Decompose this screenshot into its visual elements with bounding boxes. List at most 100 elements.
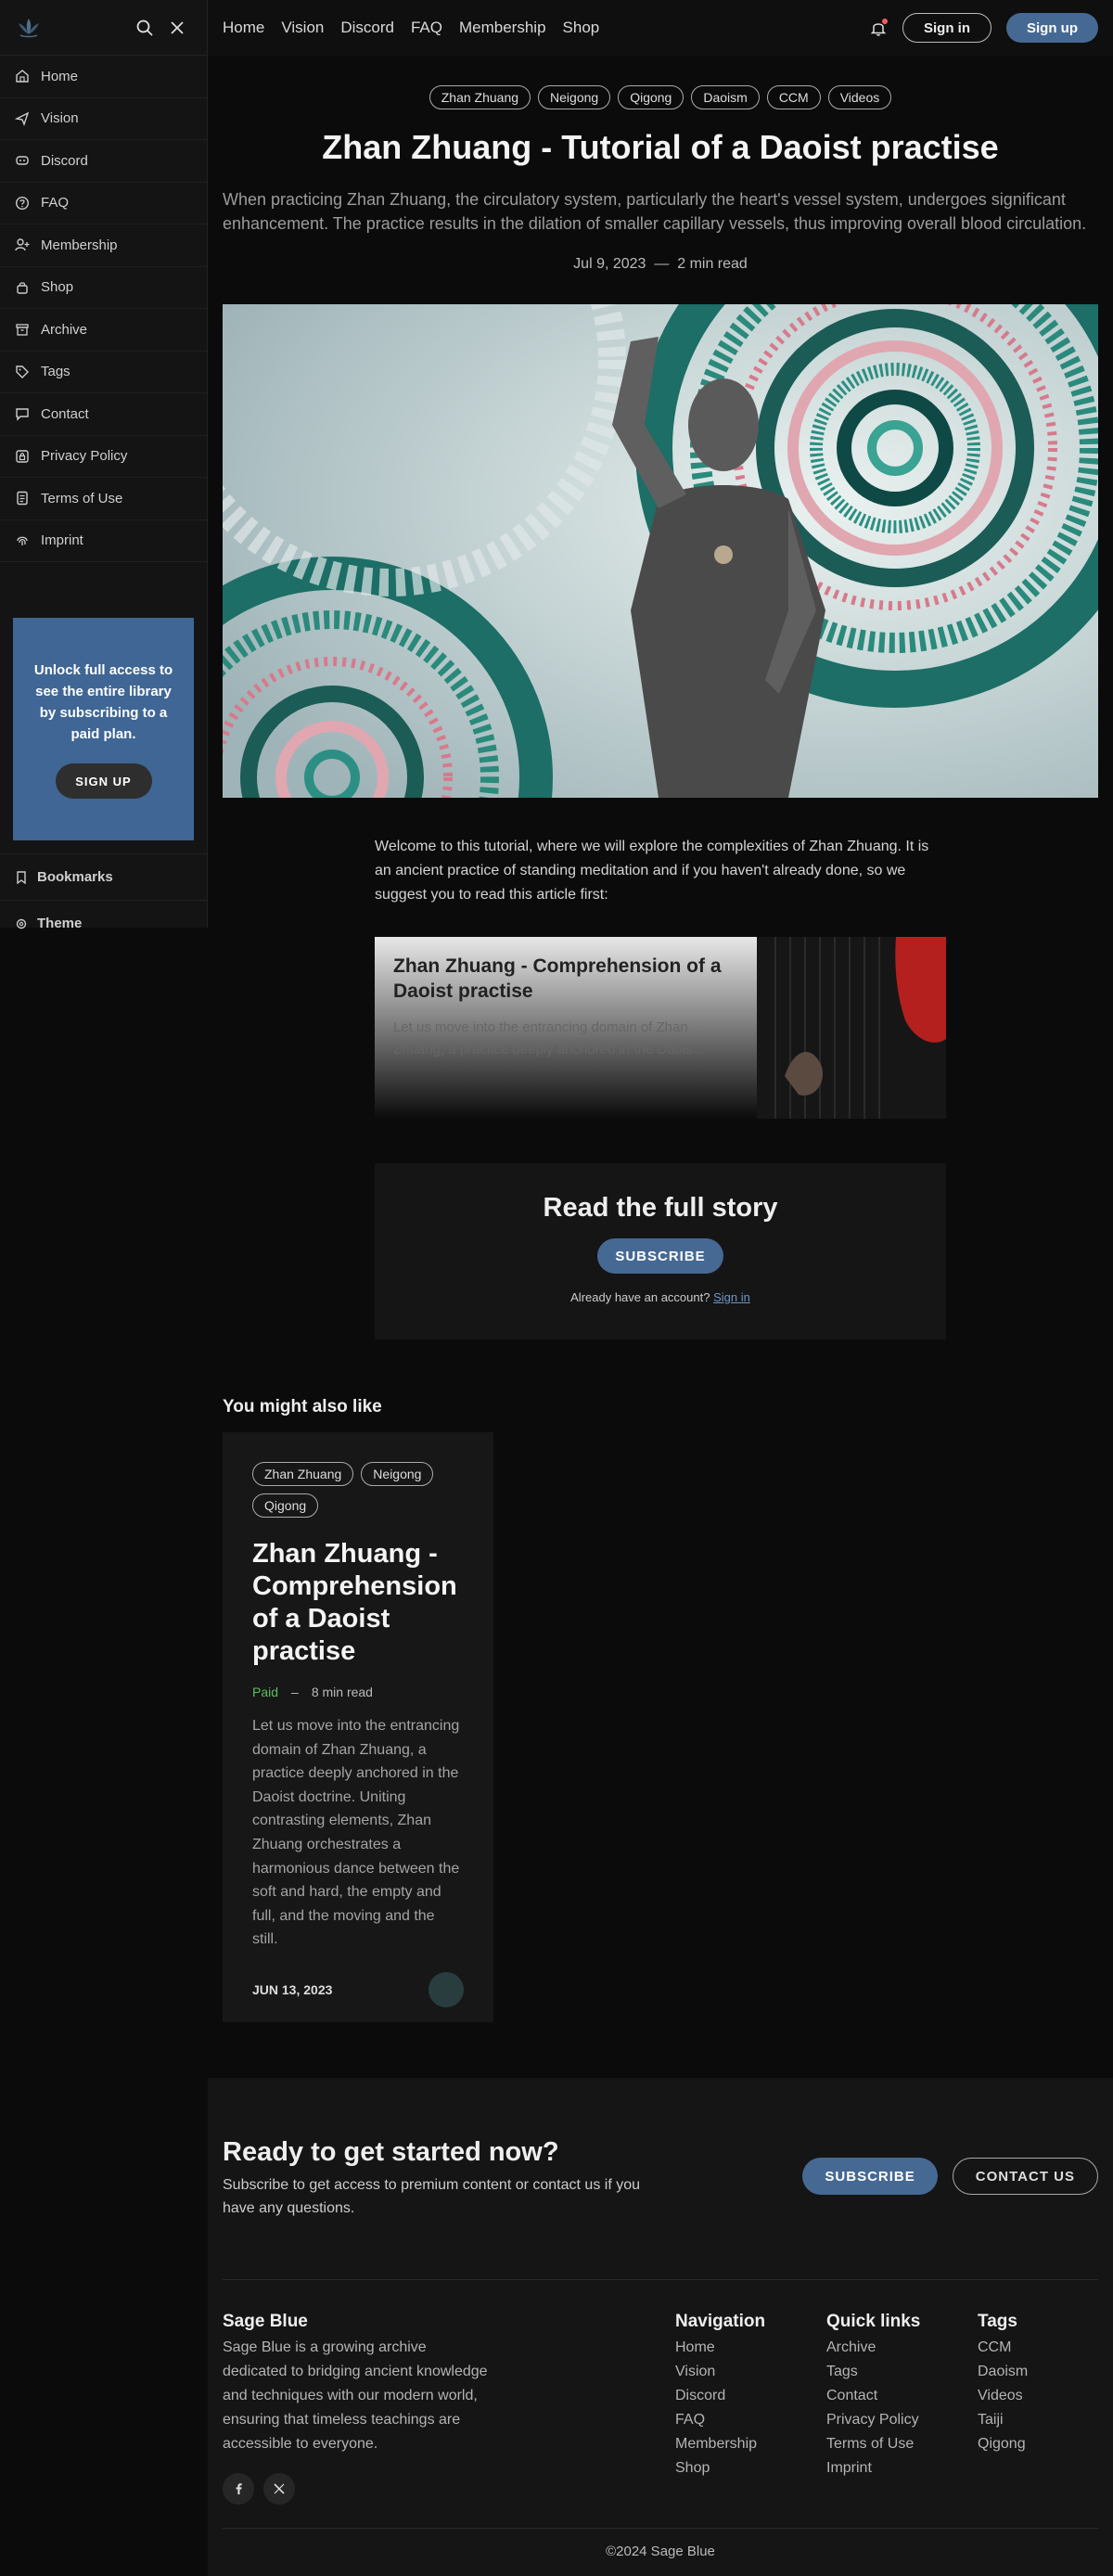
- header-nav-shop[interactable]: Shop: [563, 19, 600, 37]
- footer-link-tags[interactable]: Tags: [826, 2360, 978, 2384]
- footer-link-imprint[interactable]: Imprint: [826, 2456, 978, 2480]
- sidebar-item-tags[interactable]: Tags: [0, 352, 207, 393]
- footer-columns: Sage Blue Sage Blue is a growing archive…: [223, 2280, 1098, 2529]
- sidebar-item-label: Membership: [41, 237, 118, 253]
- footer-col-heading: Quick links: [826, 2312, 921, 2331]
- footer-subscribe-button[interactable]: SUBSCRIBE: [802, 2158, 938, 2195]
- header-nav-discord[interactable]: Discord: [340, 19, 394, 37]
- sidebar-item-shop[interactable]: Shop: [0, 267, 207, 309]
- footer-brand-name: Sage Blue: [223, 2312, 308, 2331]
- sidebar-item-label: Terms of Use: [41, 490, 123, 506]
- footer-link-home[interactable]: Home: [675, 2336, 826, 2360]
- footer-link-contact[interactable]: Contact: [826, 2384, 978, 2408]
- paywall-account-line: Already have an account? Sign in: [375, 1290, 946, 1304]
- footer-link-videos[interactable]: Videos: [978, 2384, 1089, 2408]
- footer-link-terms-of-use[interactable]: Terms of Use: [826, 2432, 978, 2456]
- tag-videos[interactable]: Videos: [827, 85, 892, 109]
- sidebar-item-membership[interactable]: Membership: [0, 224, 207, 267]
- card-title[interactable]: Zhan Zhuang - Comprehension of a Daoist …: [252, 1538, 464, 1668]
- tag-qigong[interactable]: Qigong: [618, 85, 684, 109]
- sidebar-signup-button[interactable]: SIGN UP: [55, 763, 152, 799]
- header-nav-faq[interactable]: FAQ: [411, 19, 442, 37]
- unlock-promo: Unlock full access to see the entire lib…: [13, 618, 194, 840]
- chat-icon: [16, 408, 29, 421]
- article-date: Jul 9, 2023: [573, 256, 646, 272]
- sidebar-item-faq[interactable]: FAQ: [0, 183, 207, 224]
- footer-link-shop[interactable]: Shop: [675, 2456, 826, 2480]
- question-icon: [15, 196, 30, 210]
- signin-button[interactable]: Sign in: [902, 13, 991, 43]
- sidebar-item-label: Tags: [41, 364, 70, 380]
- x-twitter-icon[interactable]: [263, 2473, 295, 2505]
- footer-brand: Sage Blue Sage Blue is a growing archive…: [223, 2312, 675, 2528]
- document-icon: [17, 492, 28, 506]
- sidebar-item-label: FAQ: [41, 195, 70, 211]
- lock-box-icon: [16, 450, 29, 463]
- close-icon[interactable]: [170, 20, 185, 35]
- sidebar-nav: Home Vision Discord FAQ Membership Shop …: [0, 56, 207, 562]
- footer-cta-heading: Ready to get started now?: [223, 2137, 559, 2167]
- footer-link-taiji[interactable]: Taiji: [978, 2408, 1089, 2432]
- sidebar-item-terms-of-use[interactable]: Terms of Use: [0, 478, 207, 520]
- tag-icon: [16, 365, 29, 378]
- card-tag-neigong[interactable]: Neigong: [361, 1462, 434, 1486]
- sidebar-item-privacy-policy[interactable]: Privacy Policy: [0, 436, 207, 478]
- bookmarks-link[interactable]: Bookmarks: [0, 853, 207, 900]
- footer-link-daoism[interactable]: Daoism: [978, 2360, 1089, 2384]
- footer-col-quick-links: Quick links Archive Tags Contact Privacy…: [826, 2312, 978, 2528]
- tag-ccm[interactable]: CCM: [766, 85, 821, 109]
- meta-separator: —: [654, 256, 670, 272]
- tag-zhan-zhuang[interactable]: Zhan Zhuang: [429, 85, 531, 109]
- footer-link-vision[interactable]: Vision: [675, 2360, 826, 2384]
- related-post-card[interactable]: Zhan Zhuang Neigong Qigong Zhan Zhuang -…: [223, 1432, 493, 2022]
- footer-link-ccm[interactable]: CCM: [978, 2336, 1089, 2360]
- author-avatar[interactable]: [429, 1971, 464, 2007]
- theme-toggle[interactable]: Theme: [0, 900, 207, 946]
- footer-contact-button[interactable]: CONTACT US: [952, 2158, 1098, 2195]
- footer-link-discord[interactable]: Discord: [675, 2384, 826, 2408]
- sidebar-item-label: Shop: [41, 279, 74, 296]
- sidebar-item-label: Home: [41, 68, 79, 84]
- sidebar-item-contact[interactable]: Contact: [0, 393, 207, 436]
- footer-link-privacy-policy[interactable]: Privacy Policy: [826, 2408, 978, 2432]
- card-tag-qigong[interactable]: Qigong: [252, 1493, 319, 1518]
- footer-link-membership[interactable]: Membership: [675, 2432, 826, 2456]
- notification-dot: [882, 19, 888, 24]
- card-read-time: 8 min read: [311, 1685, 373, 1699]
- card-tag-zhan-zhuang[interactable]: Zhan Zhuang: [252, 1462, 354, 1486]
- tag-neigong[interactable]: Neigong: [538, 85, 611, 109]
- logo-icon[interactable]: [15, 14, 43, 42]
- header-nav-membership[interactable]: Membership: [459, 19, 546, 37]
- paywall-signin-link[interactable]: Sign in: [713, 1290, 750, 1304]
- bag-icon: [17, 282, 28, 294]
- footer-link-qigong[interactable]: Qigong: [978, 2432, 1089, 2456]
- article-tags: Zhan Zhuang Neigong Qigong Daoism CCM Vi…: [208, 85, 1113, 109]
- tag-daoism[interactable]: Daoism: [691, 85, 760, 109]
- sidebar-item-home[interactable]: Home: [0, 56, 207, 98]
- sidebar-item-label: Archive: [41, 321, 88, 338]
- notification-bell[interactable]: [869, 19, 888, 37]
- sidebar-item-imprint[interactable]: Imprint: [0, 520, 207, 562]
- hero-artwork: [223, 304, 1098, 798]
- header-nav-vision[interactable]: Vision: [281, 19, 324, 37]
- sidebar-item-vision[interactable]: Vision: [0, 98, 207, 140]
- related-heading: You might also like: [223, 1397, 382, 1416]
- header-nav-home[interactable]: Home: [223, 19, 264, 37]
- sidebar-item-discord[interactable]: Discord: [0, 140, 207, 183]
- facebook-icon[interactable]: [223, 2473, 254, 2505]
- footer-link-faq[interactable]: FAQ: [675, 2408, 826, 2432]
- home-icon: [16, 70, 29, 83]
- sidebar-item-label: Contact: [41, 405, 89, 422]
- bookmarks-label: Bookmarks: [37, 869, 113, 885]
- user-plus-icon: [15, 238, 30, 251]
- paywall-cta: Read the full story SUBSCRIBE Already ha…: [375, 1163, 946, 1339]
- signup-button[interactable]: Sign up: [1006, 13, 1098, 43]
- footer-cta: Ready to get started now? Subscribe to g…: [223, 2078, 1098, 2280]
- search-icon[interactable]: [136, 19, 153, 36]
- sidebar-item-archive[interactable]: Archive: [0, 309, 207, 352]
- paywall-heading: Read the full story: [543, 1193, 778, 1223]
- footer-link-archive[interactable]: Archive: [826, 2336, 978, 2360]
- footer-social: [223, 2473, 675, 2505]
- paywall-subscribe-button[interactable]: SUBSCRIBE: [597, 1238, 723, 1274]
- bookmark-card[interactable]: Zhan Zhuang - Comprehension of a Daoist …: [375, 937, 946, 1119]
